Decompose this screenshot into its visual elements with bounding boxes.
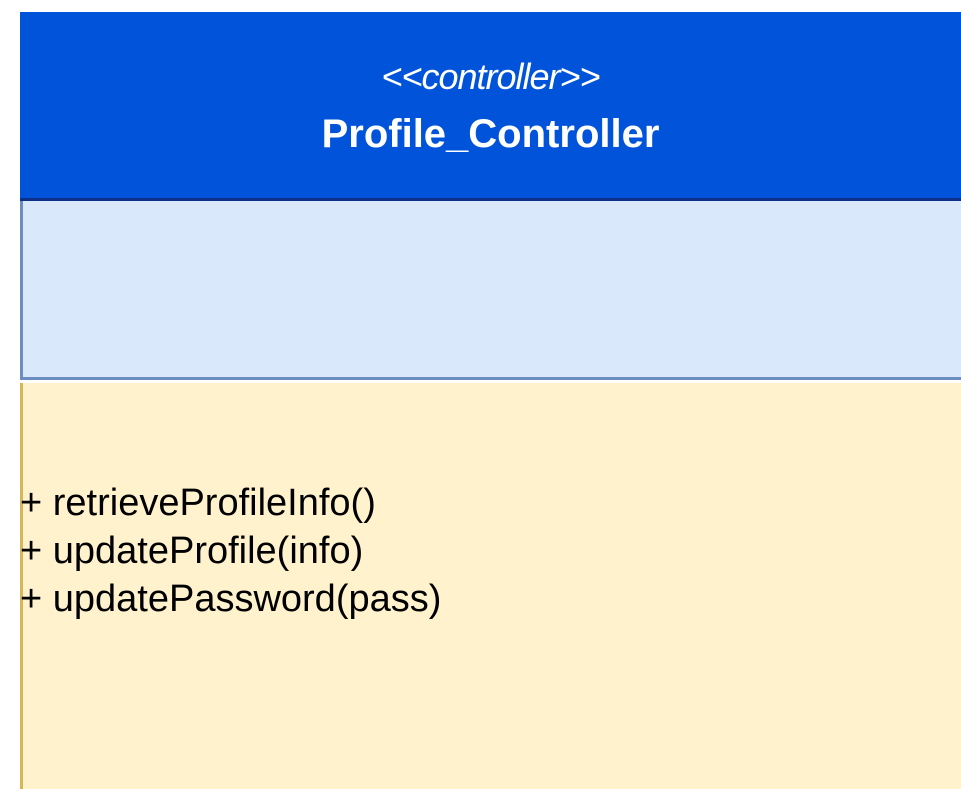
operation-item: + updateProfile(info) [20, 530, 364, 572]
class-stereotype: <<controller>> [381, 56, 600, 97]
operations-list: + retrieveProfileInfo() + updateProfile(… [20, 479, 441, 623]
operations-compartment: + retrieveProfileInfo() + updateProfile(… [20, 383, 961, 789]
operation-item: + retrieveProfileInfo() [20, 482, 376, 524]
uml-class-box[interactable]: <<controller>> Profile_Controller + retr… [20, 12, 961, 789]
class-name: Profile_Controller [321, 112, 660, 156]
attributes-compartment [20, 201, 961, 380]
class-header: <<controller>> Profile_Controller [20, 12, 961, 201]
operation-item: + updatePassword(pass) [20, 578, 442, 620]
